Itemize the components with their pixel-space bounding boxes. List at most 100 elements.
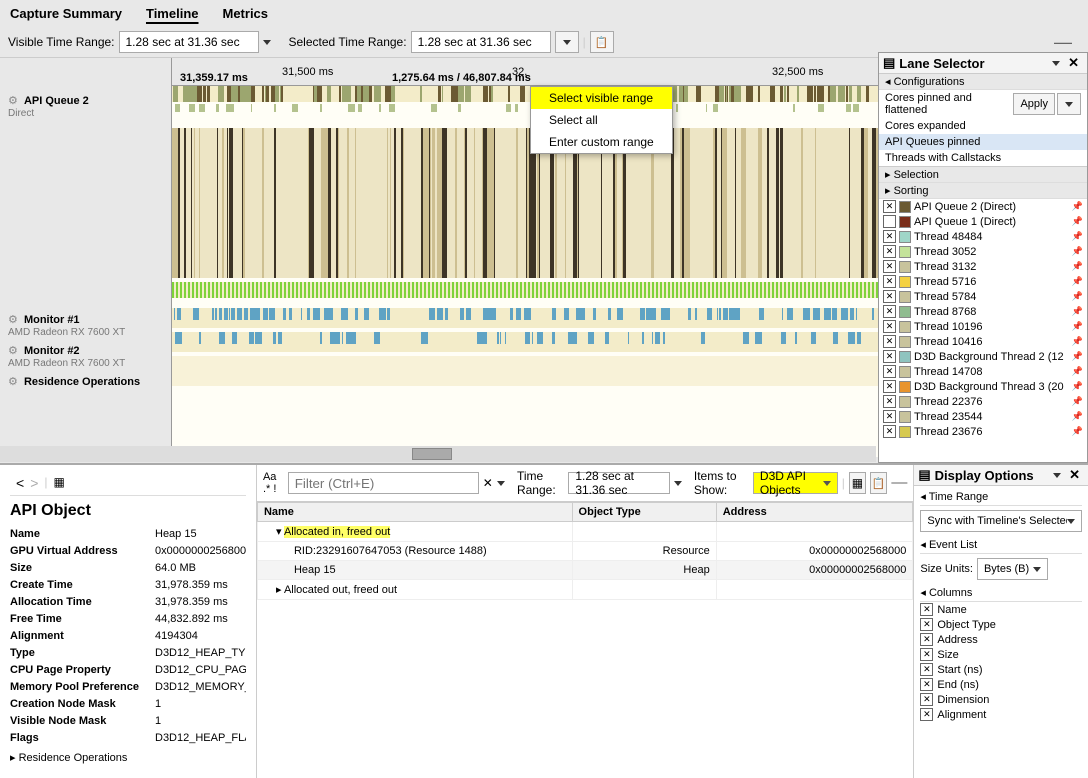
col-name[interactable]: Name [257, 503, 572, 522]
sorting-header[interactable]: ▸ Sorting [879, 183, 1087, 199]
lane-checkbox[interactable]: ✕ [883, 410, 896, 423]
menu-select-visible-range[interactable]: Select visible range [531, 87, 672, 109]
events-time-range-dropdown-icon[interactable] [674, 481, 682, 486]
pin-icon[interactable]: 📌 [1072, 366, 1083, 377]
config-item[interactable]: API Queues pinned [879, 134, 1087, 150]
events-clipboard-icon[interactable] [870, 472, 887, 494]
lane-checkbox[interactable]: ✕ [883, 365, 896, 378]
lane-checkbox[interactable] [883, 215, 896, 228]
pin-icon[interactable]: 📌 [1072, 426, 1083, 437]
table-row[interactable]: ▸ Allocated out, freed out [257, 580, 912, 600]
visible-range-dropdown-icon[interactable] [263, 40, 271, 45]
pin-icon[interactable]: 📌 [1072, 246, 1083, 257]
columns-section[interactable]: ◂ Columns [920, 584, 1082, 602]
column-checkbox-row[interactable]: ✕Start (ns) [920, 662, 1082, 677]
items-to-show-combo[interactable]: D3D API Objects [753, 472, 838, 494]
pin-icon[interactable]: 📌 [1072, 261, 1083, 272]
chevron-down-icon[interactable] [1052, 61, 1060, 66]
lane-checkbox[interactable]: ✕ [883, 275, 896, 288]
clear-filter-icon[interactable]: ✕ [483, 476, 493, 490]
column-checkbox[interactable]: ✕ [920, 633, 933, 646]
lane-item[interactable]: ✕Thread 5716📌 [879, 274, 1087, 289]
lane-checkbox[interactable]: ✕ [883, 260, 896, 273]
lane-checkbox[interactable]: ✕ [883, 350, 896, 363]
chevron-down-icon[interactable] [1053, 473, 1061, 478]
selection-header[interactable]: ▸ Selection [879, 167, 1087, 183]
filter-input[interactable] [288, 472, 479, 494]
config-item[interactable]: Threads with Callstacks [879, 150, 1087, 166]
pin-icon[interactable]: 📌 [1072, 276, 1083, 287]
tab-capture-summary[interactable]: Capture Summary [10, 4, 122, 23]
column-checkbox-row[interactable]: ✕Size [920, 647, 1082, 662]
pin-icon[interactable]: 📌 [1072, 351, 1083, 362]
menu-enter-custom-range[interactable]: Enter custom range [531, 131, 672, 153]
pin-icon[interactable]: 📌 [1072, 381, 1083, 392]
pin-icon[interactable]: 📌 [1072, 321, 1083, 332]
lane-item[interactable]: ✕Thread 8768📌 [879, 304, 1087, 319]
lane-item[interactable]: ✕Thread 3132📌 [879, 259, 1087, 274]
sync-combo[interactable]: Sync with Timeline's Selected Ran [920, 510, 1082, 532]
lane-item[interactable]: ✕Thread 48484📌 [879, 229, 1087, 244]
column-checkbox-row[interactable]: ✕Address [920, 632, 1082, 647]
lane-checkbox[interactable]: ✕ [883, 320, 896, 333]
residence-expander[interactable]: ▸ Residence Operations [10, 751, 246, 764]
events-minimize-icon[interactable]: — [891, 474, 907, 492]
config-item[interactable]: Cores expanded [879, 118, 1087, 134]
pin-icon[interactable]: 📌 [1072, 216, 1083, 227]
back-button[interactable]: < [16, 475, 24, 491]
pin-icon[interactable]: 📌 [1072, 291, 1083, 302]
lane-checkbox[interactable]: ✕ [883, 290, 896, 303]
pin-icon[interactable]: 📌 [1072, 336, 1083, 347]
column-checkbox-row[interactable]: ✕Dimension [920, 692, 1082, 707]
pin-icon[interactable]: 📌 [1072, 231, 1083, 242]
column-checkbox-row[interactable]: ✕End (ns) [920, 677, 1082, 692]
minimize-icon[interactable]: — [1054, 32, 1080, 53]
lane-item[interactable]: ✕API Queue 2 (Direct)📌 [879, 199, 1087, 214]
lane-checkbox[interactable]: ✕ [883, 245, 896, 258]
column-checkbox-row[interactable]: ✕Alignment [920, 707, 1082, 722]
selected-range-dropdown-button[interactable] [555, 31, 579, 53]
lane-item[interactable]: ✕Thread 22376📌 [879, 394, 1087, 409]
pin-icon[interactable]: 📌 [1072, 201, 1083, 212]
pin-icon[interactable]: 📌 [1072, 306, 1083, 317]
tab-metrics[interactable]: Metrics [223, 4, 269, 23]
lane-item[interactable]: ✕Thread 5784📌 [879, 289, 1087, 304]
regex-toggle[interactable]: Aa .* ! [263, 471, 284, 495]
lane-checkbox[interactable]: ✕ [883, 200, 896, 213]
column-checkbox[interactable]: ✕ [920, 678, 933, 691]
forward-button[interactable]: > [30, 475, 38, 491]
configurations-header[interactable]: ◂ Configurations [879, 74, 1087, 90]
column-checkbox[interactable]: ✕ [920, 603, 933, 616]
lane-item[interactable]: ✕D3D Background Thread 3 (20📌 [879, 379, 1087, 394]
lane-item[interactable]: ✕D3D Background Thread 2 (12📌 [879, 349, 1087, 364]
detail-view-icon[interactable]: ▦ [54, 475, 65, 491]
size-units-combo[interactable]: Bytes (B) [977, 558, 1048, 580]
pin-icon[interactable]: 📌 [1072, 411, 1083, 422]
lane-item[interactable]: ✕Thread 23544📌 [879, 409, 1087, 424]
apply-button[interactable]: Apply [1013, 93, 1055, 115]
table-row[interactable]: ▾ Allocated in, freed out [257, 522, 912, 542]
lane-monitor-1[interactable]: Monitor #1AMD Radeon RX 7600 XT [0, 311, 171, 340]
lane-checkbox[interactable]: ✕ [883, 425, 896, 438]
menu-select-all[interactable]: Select all [531, 109, 672, 131]
lane-item[interactable]: ✕Thread 10196📌 [879, 319, 1087, 334]
lane-checkbox[interactable]: ✕ [883, 395, 896, 408]
column-checkbox[interactable]: ✕ [920, 693, 933, 706]
clipboard-button[interactable] [590, 31, 614, 53]
table-row[interactable]: Heap 15Heap0x00000002568000 [257, 561, 912, 580]
lane-monitor-2[interactable]: Monitor #2AMD Radeon RX 7600 XT [0, 342, 171, 371]
lane-item[interactable]: ✕Thread 10416📌 [879, 334, 1087, 349]
tab-timeline[interactable]: Timeline [146, 4, 199, 23]
lane-residence[interactable]: Residence Operations [0, 373, 171, 390]
col-object-type[interactable]: Object Type [572, 503, 716, 522]
column-checkbox-row[interactable]: ✕Name [920, 602, 1082, 617]
timeline-scrollbar[interactable] [0, 446, 876, 462]
column-checkbox[interactable]: ✕ [920, 663, 933, 676]
events-time-range-value[interactable]: 1.28 sec at 31.36 sec [568, 472, 669, 494]
config-item[interactable]: Cores pinned and flattened Apply [879, 90, 1087, 118]
filter-dropdown-icon[interactable] [497, 481, 505, 486]
config-dropdown-icon[interactable] [1057, 93, 1081, 115]
lane-item[interactable]: ✕Thread 3052📌 [879, 244, 1087, 259]
col-address[interactable]: Address [716, 503, 913, 522]
close-icon[interactable]: ✕ [1065, 467, 1084, 483]
